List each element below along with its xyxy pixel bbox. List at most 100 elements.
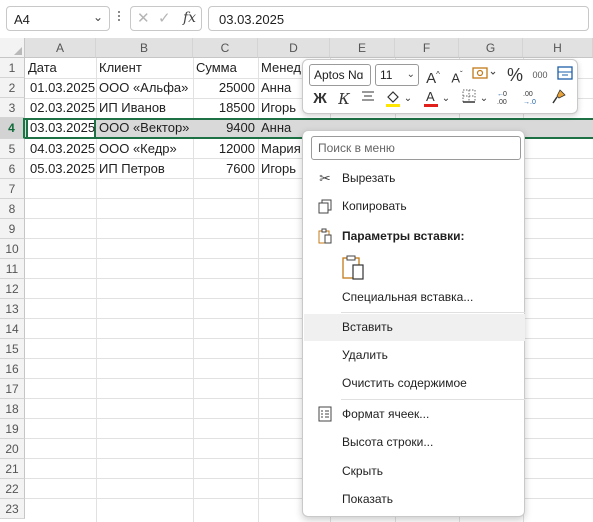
cell-c6[interactable]: 7600 xyxy=(193,159,255,179)
paste-button-icon[interactable] xyxy=(341,254,369,282)
font-size-dropdown[interactable]: 11 ⌄ xyxy=(375,64,419,86)
fill-bucket-icon xyxy=(386,91,400,107)
chevron-down-icon[interactable]: ⌄ xyxy=(441,88,451,110)
chevron-down-icon[interactable]: ⌄ xyxy=(403,88,413,110)
enter-icon[interactable]: ✓ xyxy=(158,9,171,27)
decrease-font-size-icon[interactable]: Aˇ xyxy=(447,64,467,86)
more-options-icon[interactable] xyxy=(114,9,124,27)
fill-color-icon[interactable] xyxy=(383,88,403,110)
menu-item-paste-special[interactable]: Специальная вставка... xyxy=(304,284,525,311)
bold-icon[interactable]: Ж xyxy=(311,88,329,110)
row-header[interactable]: 3 xyxy=(0,98,25,118)
formula-input[interactable]: 03.03.2025 xyxy=(208,6,589,31)
cancel-icon[interactable]: ✕ xyxy=(137,9,150,27)
menu-item-copy[interactable]: Копировать xyxy=(304,193,525,220)
chevron-down-icon[interactable]: ⌄ xyxy=(93,10,103,24)
cell-b6[interactable]: ИП Петров xyxy=(99,159,191,179)
select-all-button[interactable] xyxy=(0,38,25,58)
cell-d6[interactable]: Игорь xyxy=(261,159,303,179)
row-header[interactable]: 17 xyxy=(0,379,25,399)
borders-icon[interactable] xyxy=(459,88,479,110)
row-header[interactable]: 15 xyxy=(0,339,25,359)
insert-function-icon[interactable]: fx xyxy=(183,10,196,26)
cell-a5[interactable]: 04.03.2025 xyxy=(30,139,96,159)
row-header-selected[interactable]: 4 xyxy=(0,118,25,139)
row-header[interactable]: 12 xyxy=(0,279,25,299)
number-format-icon[interactable] xyxy=(470,64,498,86)
row-header[interactable]: 13 xyxy=(0,299,25,319)
cell-b3[interactable]: ИП Иванов xyxy=(99,98,191,118)
increase-decimal-icon[interactable]: ← 0.00 xyxy=(495,88,517,110)
cell-c4[interactable]: 9400 xyxy=(193,118,255,138)
cell-b5[interactable]: ООО «Кедр» xyxy=(99,139,191,159)
menu-item-hide[interactable]: Скрыть xyxy=(304,458,525,485)
menu-item-row-height[interactable]: Высота строки... xyxy=(304,429,525,456)
column-header-b[interactable]: B xyxy=(96,38,193,58)
cell-a4[interactable]: 03.03.2025 xyxy=(30,118,96,138)
menu-search-input[interactable]: Поиск в меню xyxy=(311,136,521,160)
row-header[interactable]: 8 xyxy=(0,199,25,219)
cell-c2[interactable]: 25000 xyxy=(193,78,255,98)
row-header[interactable]: 21 xyxy=(0,459,25,479)
cell-b4[interactable]: ООО «Вектор» xyxy=(99,118,191,138)
menu-item-format-cells[interactable]: Формат ячеек... xyxy=(304,401,525,428)
column-header-e[interactable]: E xyxy=(330,38,395,58)
column-header-d[interactable]: D xyxy=(258,38,330,58)
cell-d1[interactable]: Менед xyxy=(261,58,303,78)
cell-c3[interactable]: 18500 xyxy=(193,98,255,118)
thousands-separator-icon[interactable]: 000 xyxy=(529,64,551,86)
row-header[interactable]: 16 xyxy=(0,359,25,379)
name-box[interactable]: A4 ⌄ xyxy=(6,6,110,31)
cell-b1[interactable]: Клиент xyxy=(99,58,191,78)
menu-item-unhide[interactable]: Показать xyxy=(304,486,525,513)
column-header-h[interactable]: H xyxy=(523,38,593,58)
percent-style-icon[interactable]: % xyxy=(505,64,525,86)
font-name-dropdown[interactable]: Aptos Nɑ xyxy=(309,64,371,86)
menu-item-label: Скрыть xyxy=(342,464,383,478)
row-header[interactable]: 22 xyxy=(0,479,25,499)
row-header[interactable]: 1 xyxy=(0,58,25,78)
row-header[interactable]: 5 xyxy=(0,139,25,159)
column-header-f[interactable]: F xyxy=(395,38,459,58)
menu-item-insert[interactable]: Вставить xyxy=(304,314,525,341)
decimal-minus-icon: .00→.0 xyxy=(523,91,536,106)
cell-c5[interactable]: 12000 xyxy=(193,139,255,159)
row-header[interactable]: 6 xyxy=(0,159,25,179)
row-header[interactable]: 10 xyxy=(0,239,25,259)
row-header[interactable]: 18 xyxy=(0,399,25,419)
cell-d2[interactable]: Анна xyxy=(261,78,303,98)
cell-b2[interactable]: ООО «Альфа» xyxy=(99,78,191,98)
column-header-g[interactable]: G xyxy=(459,38,523,58)
menu-item-cut[interactable]: ✂ Вырезать xyxy=(304,165,525,192)
cell-a2[interactable]: 01.03.2025 xyxy=(30,78,96,98)
row-header[interactable]: 9 xyxy=(0,219,25,239)
row-header[interactable]: 19 xyxy=(0,419,25,439)
column-header-a[interactable]: A xyxy=(25,38,96,58)
format-painter-icon[interactable] xyxy=(549,88,569,110)
cell-d3[interactable]: Игорь xyxy=(261,98,303,118)
cell-a6[interactable]: 05.03.2025 xyxy=(30,159,96,179)
cell-d5[interactable]: Мария xyxy=(261,139,303,159)
font-color-icon[interactable]: A xyxy=(421,88,441,110)
align-center-icon[interactable] xyxy=(359,88,377,110)
column-header-c[interactable]: C xyxy=(193,38,258,58)
row-header[interactable]: 23 xyxy=(0,499,25,519)
row-header[interactable]: 2 xyxy=(0,78,25,98)
row-header[interactable]: 14 xyxy=(0,319,25,339)
menu-item-delete[interactable]: Удалить xyxy=(304,342,525,369)
copy-icon xyxy=(316,193,334,223)
italic-icon[interactable]: К xyxy=(335,88,353,110)
increase-font-size-icon[interactable]: A^ xyxy=(423,64,443,87)
decrease-decimal-icon[interactable]: .00 →.0 xyxy=(521,88,543,110)
menu-item-clear-contents[interactable]: Очистить содержимое xyxy=(304,370,525,397)
chevron-down-icon[interactable]: ⌄ xyxy=(479,88,489,110)
svg-text:.00: .00 xyxy=(497,99,507,106)
cell-a1[interactable]: Дата xyxy=(28,58,94,78)
cell-c1[interactable]: Сумма xyxy=(196,58,256,78)
row-header[interactable]: 7 xyxy=(0,179,25,199)
row-header[interactable]: 11 xyxy=(0,259,25,279)
cell-d4[interactable]: Анна xyxy=(261,118,303,138)
row-header[interactable]: 20 xyxy=(0,439,25,459)
wrap-format-icon[interactable] xyxy=(555,64,575,86)
cell-a3[interactable]: 02.03.2025 xyxy=(30,98,96,118)
